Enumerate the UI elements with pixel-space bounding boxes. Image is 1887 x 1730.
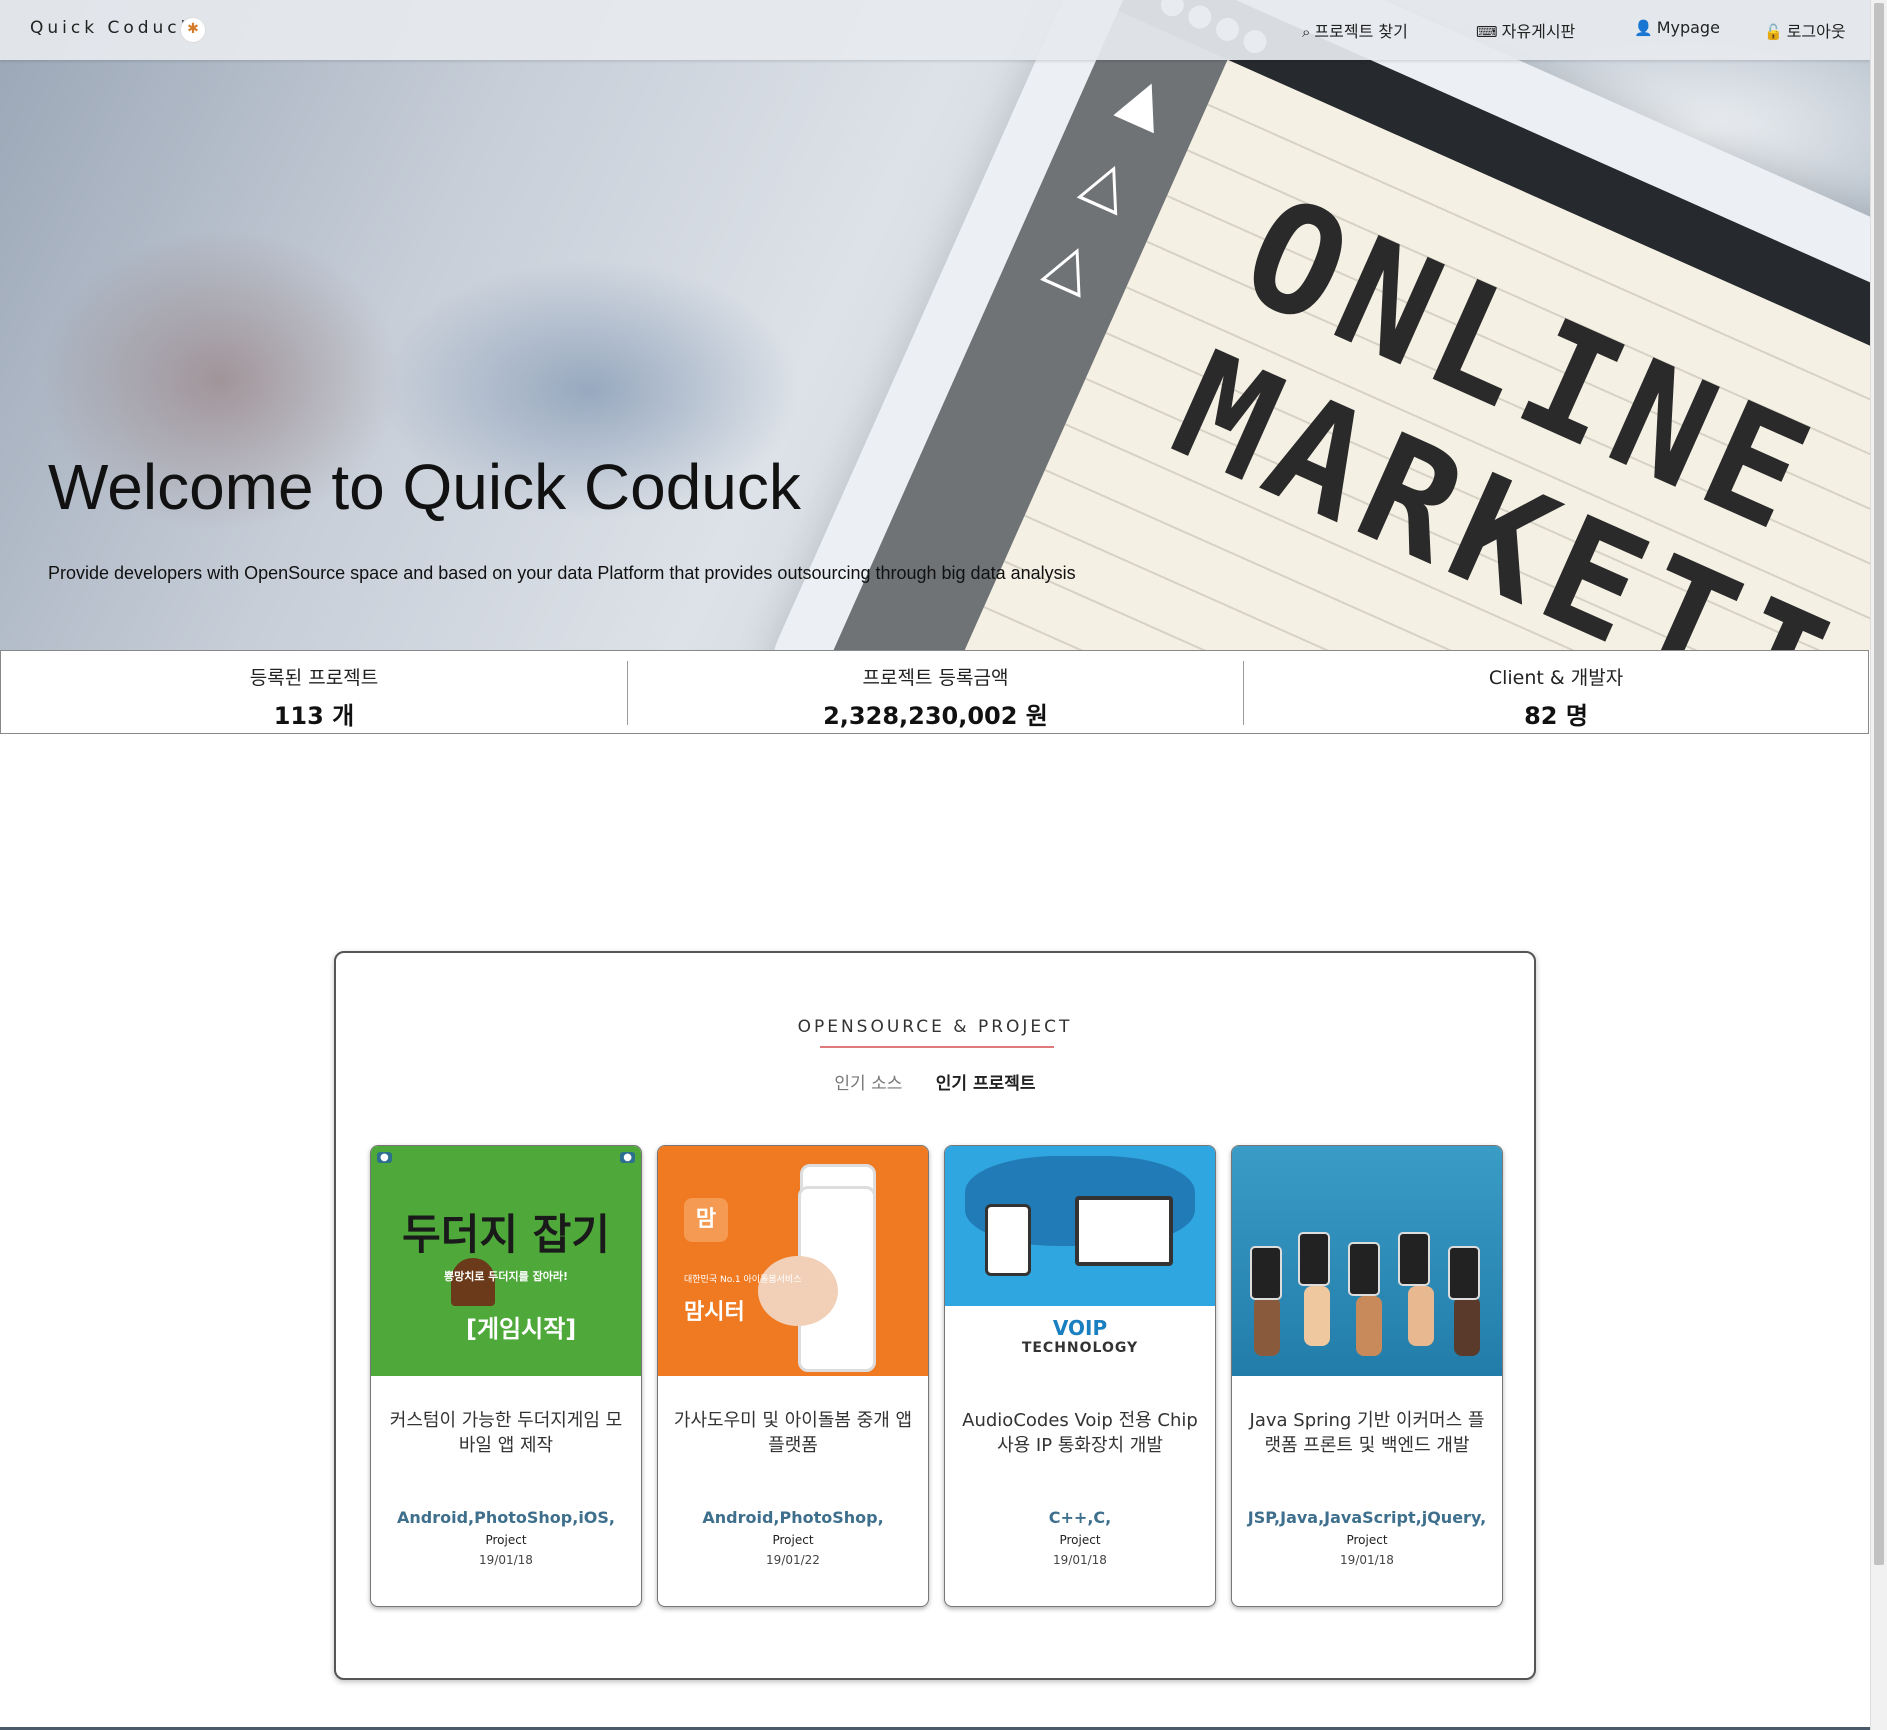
- phone-illustration: [985, 1204, 1031, 1276]
- thumb-subheading: TECHNOLOGY: [1021, 1340, 1139, 1356]
- phone-illustration: [1298, 1232, 1330, 1286]
- stat-label: 프로젝트 등록금액: [862, 667, 1009, 689]
- phone-illustration: [1348, 1242, 1380, 1296]
- thumb-caption: 대한민국 No.1 아이돌봄서비스: [684, 1275, 802, 1285]
- nav-label: 로그아웃: [1786, 22, 1846, 41]
- card-title[interactable]: Java Spring 기반 이커머스 플랫폼 프론트 및 백엔드 개발: [1246, 1408, 1488, 1458]
- hero-title: Welcome to Quick Coduck: [48, 451, 801, 523]
- project-thumbnail[interactable]: [1232, 1146, 1502, 1376]
- hand-illustration: [1254, 1296, 1280, 1356]
- scrollbar-thumb[interactable]: [1874, 3, 1884, 1565]
- section-tabs: 인기 소스 인기 프로젝트: [336, 1069, 1534, 1094]
- vertical-scrollbar[interactable]: [1870, 0, 1887, 1730]
- card-type: Project: [1346, 1533, 1388, 1547]
- thumb-heading: VOIP: [1052, 1316, 1108, 1340]
- opensource-project-panel: OPENSOURCE & PROJECT 인기 소스 인기 프로젝트 ● ● 두…: [334, 951, 1536, 1680]
- nav-label: 자유게시판: [1501, 22, 1576, 41]
- tab-popular-source[interactable]: 인기 소스: [834, 1069, 902, 1094]
- tab-popular-project[interactable]: 인기 프로젝트: [936, 1069, 1036, 1094]
- stat-value: 113 개: [273, 702, 355, 730]
- card-date: 19/01/18: [1053, 1553, 1107, 1567]
- nav-label: Mypage: [1656, 18, 1720, 37]
- arrow-up-outline-icon: △: [1037, 223, 1106, 305]
- top-navbar: Quick Coduck ✱ ⌕ 프로젝트 찾기 ⌨ 자유게시판 👤 Mypage 🔓…: [0, 0, 1870, 60]
- brand-name[interactable]: Quick Coduck: [30, 18, 195, 38]
- stat-users: Client & 개발자 82 명: [1244, 651, 1868, 733]
- stat-label: Client & 개발자: [1488, 667, 1624, 689]
- hand-illustration: [1454, 1296, 1480, 1356]
- score-badge: ●: [377, 1152, 392, 1163]
- card-type: Project: [772, 1533, 814, 1547]
- phone-illustration: [1448, 1246, 1480, 1300]
- hero-subtitle: Provide developers with OpenSource space…: [48, 563, 1076, 583]
- nav-label: 프로젝트 찾기: [1314, 22, 1408, 41]
- monitor-illustration: [1075, 1196, 1173, 1266]
- card-title[interactable]: AudioCodes Voip 전용 Chip 사용 IP 통화장치 개발: [959, 1408, 1201, 1458]
- nav-find-projects[interactable]: ⌕ 프로젝트 찾기: [1302, 18, 1408, 42]
- project-thumbnail[interactable]: VOIP TECHNOLOGY: [945, 1146, 1215, 1376]
- hand-illustration: [1408, 1286, 1434, 1346]
- section-underline: [820, 1046, 1054, 1048]
- card-tags: Android,PhotoShop,: [702, 1508, 884, 1527]
- arrow-up-icon: ▲: [1110, 59, 1179, 140]
- project-card[interactable]: VOIP TECHNOLOGY AudioCodes Voip 전용 Chip …: [944, 1145, 1216, 1607]
- section-title: OPENSOURCE & PROJECT: [797, 1017, 1073, 1037]
- card-date: 19/01/22: [766, 1553, 820, 1567]
- phone-illustration: [1398, 1232, 1430, 1286]
- thumb-brand: 맘시터: [684, 1300, 745, 1325]
- search-icon: ⌕: [1302, 23, 1311, 41]
- stat-project-amount: 프로젝트 등록금액 2,328,230,002 원: [628, 651, 1243, 733]
- brand-logo-icon[interactable]: ✱: [180, 17, 206, 43]
- project-card[interactable]: Java Spring 기반 이커머스 플랫폼 프론트 및 백엔드 개발 JSP…: [1231, 1145, 1503, 1607]
- people-illustration: [758, 1256, 838, 1326]
- stats-bar: 등록된 프로젝트 113 개 프로젝트 등록금액 2,328,230,002 원…: [0, 650, 1869, 734]
- hero-banner: ●●●● ▲ △ △ ONLINE MARKETI: [0, 0, 1870, 650]
- thumb-button-text: [게임시작]: [466, 1315, 577, 1343]
- project-thumbnail[interactable]: ● ● 두더지 잡기 뿅망치로 두더지를 잡아라! [게임시작]: [371, 1146, 641, 1376]
- card-date: 19/01/18: [1340, 1553, 1394, 1567]
- keyboard-icon: ⌨: [1476, 23, 1498, 41]
- thumb-caption-area: VOIP TECHNOLOGY: [945, 1306, 1215, 1376]
- app-logo-icon: 맘: [684, 1198, 728, 1242]
- thumb-caption: 뿅망치로 두더지를 잡아라!: [444, 1270, 568, 1283]
- card-type: Project: [1059, 1533, 1101, 1547]
- card-tags: Android,PhotoShop,iOS,: [397, 1508, 615, 1527]
- project-card[interactable]: ● ● 두더지 잡기 뿅망치로 두더지를 잡아라! [게임시작] 커스텀이 가능…: [370, 1145, 642, 1607]
- card-date: 19/01/18: [479, 1553, 533, 1567]
- hand-illustration: [1304, 1286, 1330, 1346]
- card-title[interactable]: 커스텀이 가능한 두더지게임 모바일 앱 제작: [385, 1408, 627, 1458]
- stat-value: 2,328,230,002 원: [823, 702, 1048, 730]
- card-type: Project: [485, 1533, 527, 1547]
- nav-free-board[interactable]: ⌨ 자유게시판: [1476, 18, 1575, 42]
- time-badge: ●: [620, 1152, 635, 1163]
- card-tags: C++,C,: [1048, 1508, 1112, 1527]
- lock-icon: 🔓: [1764, 23, 1783, 41]
- project-card[interactable]: 맘 대한민국 No.1 아이돌봄서비스 맘시터 가사도우미 및 아이돌봄 중개 …: [657, 1145, 929, 1607]
- stat-label: 등록된 프로젝트: [249, 667, 379, 689]
- project-thumbnail[interactable]: 맘 대한민국 No.1 아이돌봄서비스 맘시터: [658, 1146, 928, 1376]
- arrow-up-outline-icon: △: [1073, 141, 1143, 222]
- nav-logout[interactable]: 🔓 로그아웃: [1764, 18, 1846, 42]
- user-icon: 👤: [1634, 19, 1653, 37]
- stat-registered-projects: 등록된 프로젝트 113 개: [1, 651, 627, 733]
- stat-value: 82 명: [1524, 702, 1588, 730]
- nav-mypage[interactable]: 👤 Mypage: [1634, 18, 1720, 37]
- thumb-heading: 두더지 잡기: [402, 1210, 610, 1259]
- card-tags: JSP,Java,JavaScript,jQuery,: [1247, 1508, 1487, 1527]
- phone-illustration: [1250, 1246, 1282, 1300]
- hand-illustration: [1356, 1296, 1382, 1356]
- card-title[interactable]: 가사도우미 및 아이돌봄 중개 앱 플랫폼: [672, 1408, 914, 1458]
